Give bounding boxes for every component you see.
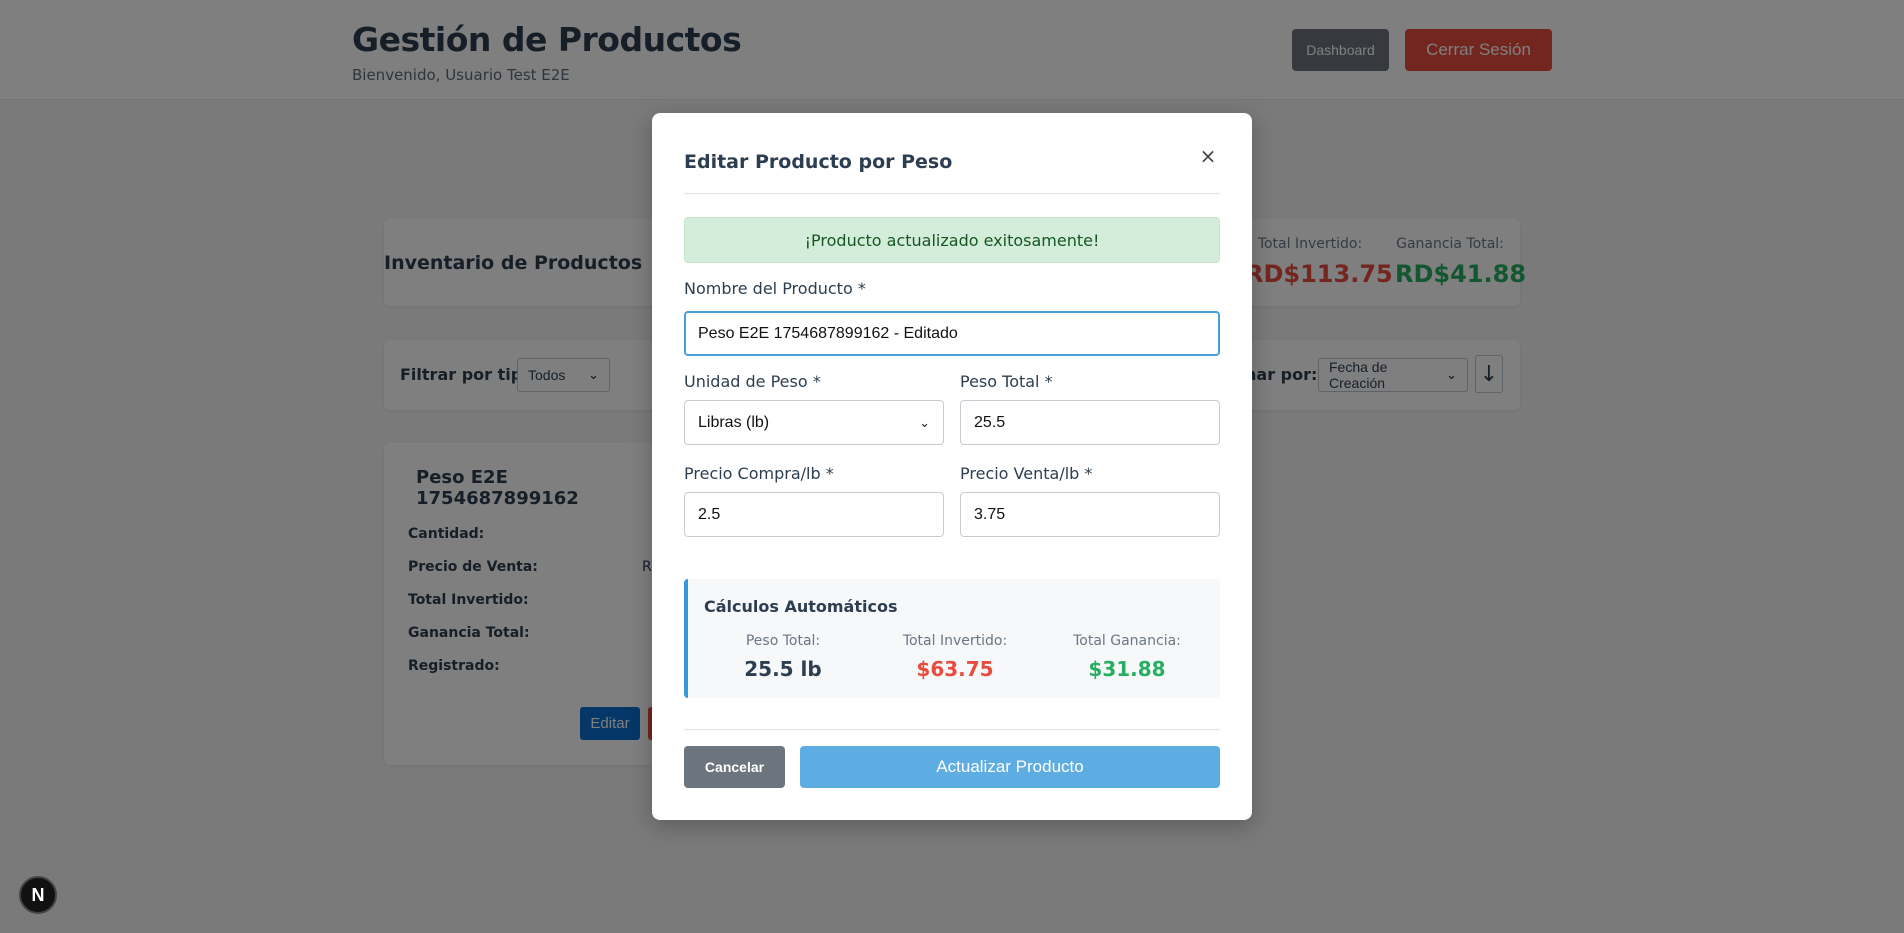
nextjs-logo-icon: N xyxy=(31,884,45,905)
weight-unit-value: Libras (lb) xyxy=(698,413,770,431)
calc-total-weight: Peso Total: 25.5 lb xyxy=(698,633,868,681)
update-product-button[interactable]: Actualizar Producto xyxy=(800,746,1220,788)
calc-value: $31.88 xyxy=(1088,657,1166,681)
sell-price-input[interactable]: 3.75 xyxy=(960,492,1220,537)
product-name-input[interactable]: Peso E2E 1754687899162 - Editado xyxy=(684,311,1220,356)
total-weight-label: Peso Total * xyxy=(960,372,1053,391)
calc-label: Total Invertido: xyxy=(902,633,1008,649)
total-weight-value: 25.5 xyxy=(974,413,1006,431)
calc-label: Total Ganancia: xyxy=(1073,633,1181,649)
calc-value: $63.75 xyxy=(916,657,994,681)
calc-total-invested: Total Invertido: $63.75 xyxy=(870,633,1040,681)
weight-unit-label: Unidad de Peso * xyxy=(684,372,821,391)
sell-price-value: 3.75 xyxy=(974,505,1006,523)
buy-price-label: Precio Compra/lb * xyxy=(684,464,834,483)
nextjs-dev-badge[interactable]: N xyxy=(19,876,57,914)
total-weight-input[interactable]: 25.5 xyxy=(960,400,1220,445)
modal-title: Editar Producto por Peso xyxy=(684,151,953,173)
success-alert: ¡Producto actualizado exitosamente! xyxy=(684,217,1220,263)
buy-price-input[interactable]: 2.5 xyxy=(684,492,944,537)
auto-calculations-panel: Cálculos Automáticos Peso Total: 25.5 lb… xyxy=(684,579,1220,698)
calc-value: 25.5 lb xyxy=(744,657,822,681)
weight-unit-select[interactable]: Libras (lb) ⌄ xyxy=(684,400,944,445)
product-name-value: Peso E2E 1754687899162 - Editado xyxy=(698,324,958,342)
calculations-title: Cálculos Automáticos xyxy=(704,597,898,616)
modal-footer-divider xyxy=(684,729,1220,730)
edit-product-modal: Editar Producto por Peso × ¡Producto act… xyxy=(652,113,1252,820)
modal-header-divider xyxy=(684,193,1220,194)
calc-total-profit: Total Ganancia: $31.88 xyxy=(1042,633,1212,681)
close-icon[interactable]: × xyxy=(1197,144,1219,168)
calc-label: Peso Total: xyxy=(745,633,821,649)
chevron-down-icon: ⌄ xyxy=(919,414,930,430)
product-name-label: Nombre del Producto * xyxy=(684,279,866,298)
sell-price-label: Precio Venta/lb * xyxy=(960,464,1093,483)
buy-price-value: 2.5 xyxy=(698,505,721,523)
cancel-button[interactable]: Cancelar xyxy=(684,746,785,788)
